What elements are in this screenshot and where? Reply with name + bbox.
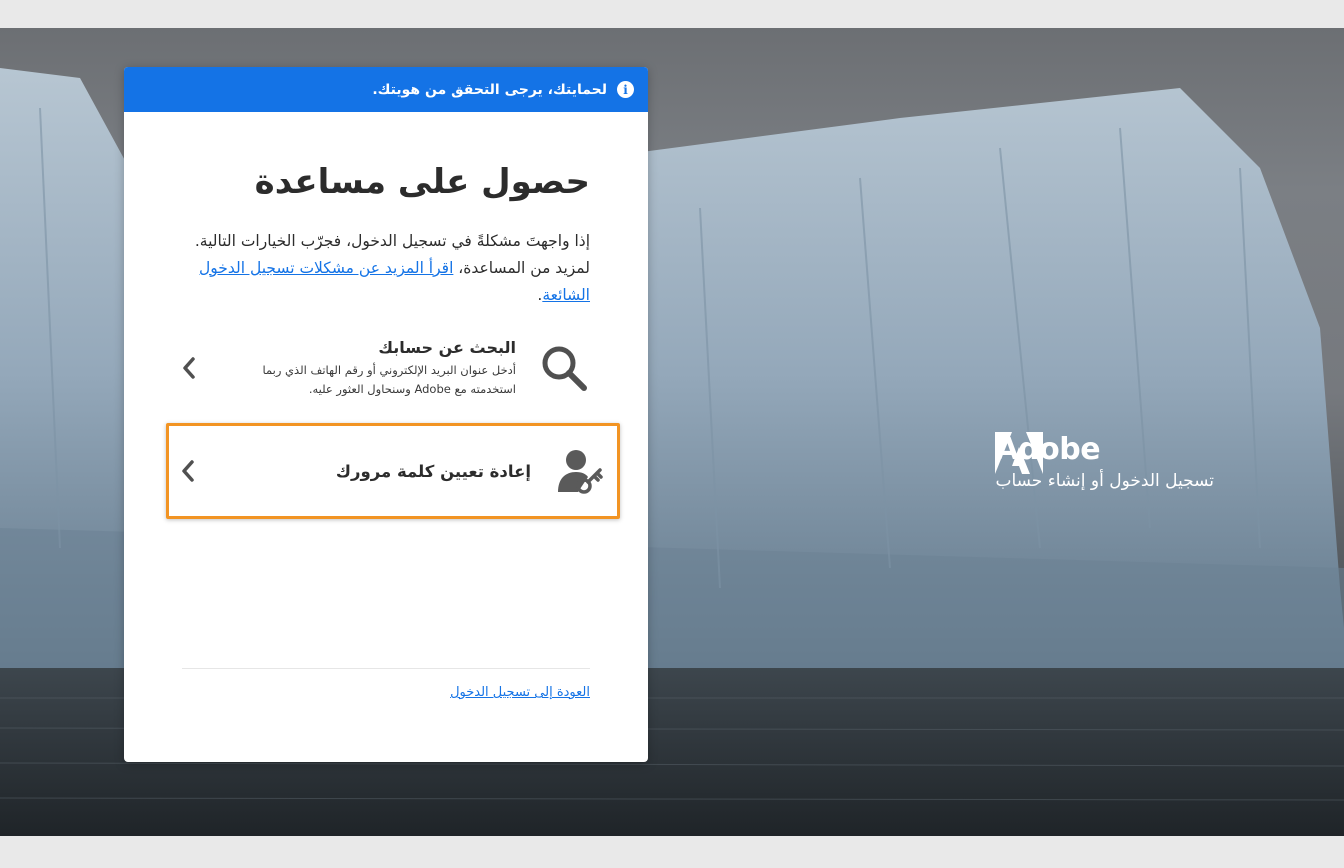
footer-divider <box>182 668 590 669</box>
banner-text: لحمايتك، يرجى التحقق من هويتك. <box>372 81 607 98</box>
find-account-subtitle: أدخل عنوان البريد الإلكتروني أو رقم الها… <box>262 362 516 396</box>
security-banner: i لحمايتك، يرجى التحقق من هويتك. <box>124 67 648 112</box>
info-icon: i <box>617 81 634 98</box>
find-account-text: البحث عن حسابك أدخل عنوان البريد الإلكتر… <box>182 338 516 399</box>
find-account-option[interactable]: البحث عن حسابك أدخل عنوان البريد الإلكتر… <box>182 333 590 403</box>
card-body: حصول على مساعدة إذا واجهتَ مشكلةً في تسج… <box>124 162 648 403</box>
brand-row: Adobe <box>995 432 1214 474</box>
adobe-brand: Adobe تسجيل الدخول أو إنشاء حساب <box>995 432 1214 491</box>
reset-password-title: إعادة تعيين كلمة مرورك <box>335 461 531 481</box>
page-description: إذا واجهتَ مشكلةً في تسجيل الدخول، فجرّب… <box>182 228 590 309</box>
chevron-left-icon <box>182 460 194 482</box>
back-to-signin-link[interactable]: العودة إلى تسجيل الدخول <box>450 685 590 700</box>
brand-tagline: تسجيل الدخول أو إنشاء حساب <box>995 471 1214 491</box>
reset-password-option[interactable]: إعادة تعيين كلمة مرورك <box>166 423 620 519</box>
adobe-logo-icon <box>995 432 1044 474</box>
chevron-left-icon <box>183 357 195 379</box>
search-icon <box>538 345 590 391</box>
page-title: حصول على مساعدة <box>254 162 590 202</box>
find-account-title: البحث عن حسابك <box>378 337 516 357</box>
help-card: i لحمايتك، يرجى التحقق من هويتك. حصول عل… <box>124 67 648 762</box>
user-key-icon <box>553 446 605 496</box>
